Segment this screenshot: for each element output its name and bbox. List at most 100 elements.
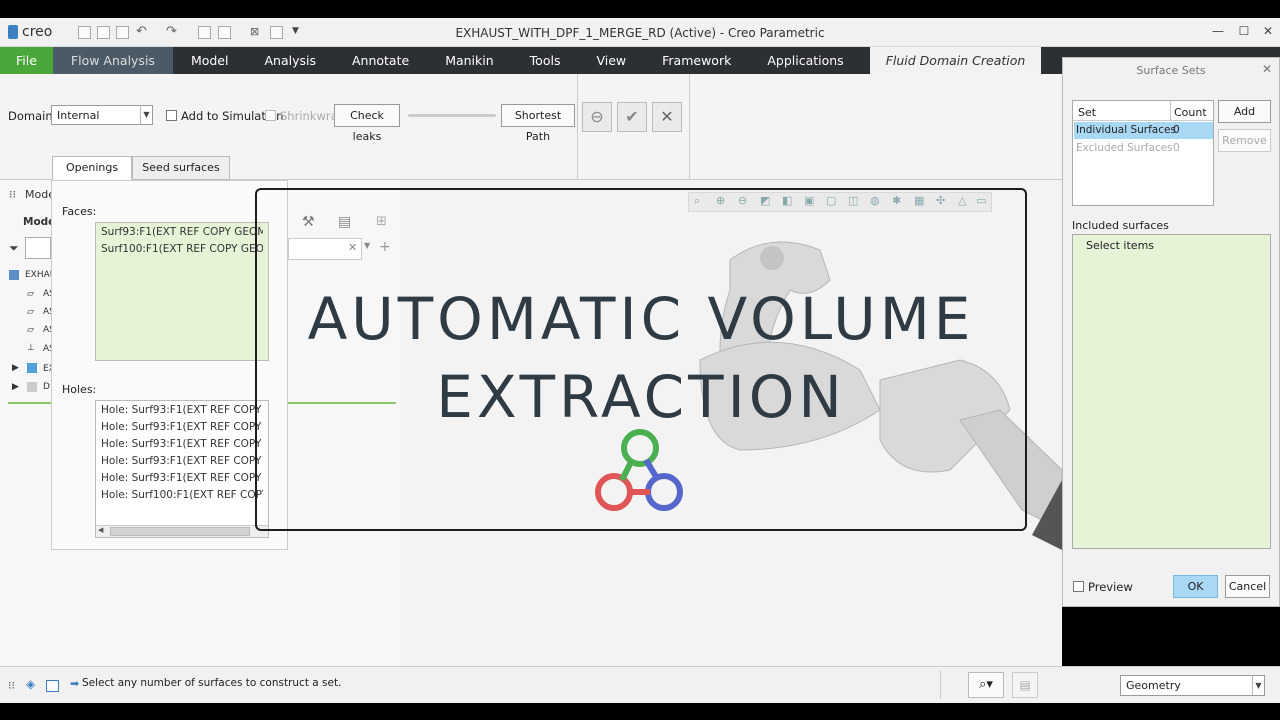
- column-set: Set: [1078, 106, 1097, 119]
- holes-collector[interactable]: Hole: Surf93:F1(EXT REF COPY GEOM) Hole:…: [95, 400, 269, 538]
- ok-button[interactable]: OK: [1173, 575, 1218, 598]
- title-bar: creo ↶ ↷ ⊠ ▼ EXHAUST_WITH_DPF_1_MERGE_RD…: [0, 18, 1280, 47]
- undo-icon[interactable]: ↶: [136, 24, 147, 39]
- select-items-prompt: Select items: [1086, 239, 1155, 252]
- tab-tools[interactable]: Tools: [512, 47, 579, 74]
- tab-view[interactable]: View: [578, 47, 644, 74]
- tab-model[interactable]: Model: [173, 47, 247, 74]
- hole-item[interactable]: Hole: Surf93:F1(EXT REF COPY GEOM): [101, 436, 263, 453]
- message-arrow-icon: ➡: [70, 677, 80, 690]
- customize-qa-icon[interactable]: ▼: [292, 26, 299, 36]
- open-file-icon[interactable]: [97, 26, 110, 39]
- face-item[interactable]: Surf100:F1(EXT REF COPY GEOM): [101, 241, 263, 258]
- tab-framework[interactable]: Framework: [644, 47, 749, 74]
- expand-arrow-icon[interactable]: ▶: [12, 382, 19, 392]
- redo-icon[interactable]: ↷: [166, 24, 177, 39]
- tab-file[interactable]: File: [0, 47, 53, 74]
- tab-seed-surfaces[interactable]: Seed surfaces: [132, 156, 230, 180]
- tree-search-input[interactable]: [25, 237, 51, 259]
- scroll-left-icon[interactable]: ◀: [98, 526, 103, 534]
- horizontal-scrollbar[interactable]: ◀: [96, 525, 268, 537]
- preview-checkbox[interactable]: [1073, 581, 1084, 592]
- close-icon[interactable]: ✕: [1260, 24, 1276, 40]
- dialog-close-icon[interactable]: ✕: [1262, 62, 1272, 76]
- check-leaks-button[interactable]: Check leaks: [334, 104, 400, 143]
- close-window-icon[interactable]: ⊠: [250, 25, 259, 38]
- add-to-simulation-checkbox[interactable]: [166, 110, 177, 121]
- shrinkwrap-checkbox[interactable]: [265, 110, 276, 121]
- ribbon-separator: [577, 74, 578, 180]
- domain-label: Domain:: [8, 109, 57, 123]
- hole-item[interactable]: Hole: Surf93:F1(EXT REF COPY GEOM): [101, 419, 263, 436]
- glasses-icon[interactable]: ⊖: [582, 102, 612, 132]
- new-file-icon[interactable]: [78, 26, 91, 39]
- status-message: Select any number of surfaces to constru…: [82, 677, 342, 689]
- included-surfaces-collector[interactable]: Select items: [1072, 234, 1271, 549]
- tab-analysis[interactable]: Analysis: [246, 47, 334, 74]
- grid-icon[interactable]: ⁝⁝: [8, 679, 15, 692]
- add-button[interactable]: Add: [1218, 100, 1271, 123]
- datum-plane-icon: ▱: [27, 307, 34, 317]
- coordinate-system-icon: ⊥: [27, 343, 35, 353]
- domain-select[interactable]: Internal ▼: [51, 105, 153, 125]
- column-count: Count: [1174, 106, 1207, 119]
- hole-item[interactable]: Hole: Surf93:F1(EXT REF COPY GEOM): [101, 453, 263, 470]
- flag-icon[interactable]: [270, 26, 283, 39]
- browser-icon[interactable]: ◈: [26, 677, 35, 691]
- chevron-down-icon: ▼: [140, 106, 152, 124]
- faces-label: Faces:: [62, 205, 97, 218]
- feature-icon: [27, 363, 37, 373]
- preview-label: Preview: [1088, 580, 1133, 594]
- table-header: Set Count: [1073, 101, 1213, 121]
- expand-arrow-icon[interactable]: ▶: [12, 363, 19, 373]
- tab-annotate[interactable]: Annotate: [334, 47, 427, 74]
- tab-openings[interactable]: Openings: [52, 156, 132, 180]
- letterbox-top: [0, 0, 1280, 18]
- shortest-path-button[interactable]: Shortest Path: [501, 104, 575, 143]
- cancel-button[interactable]: Cancel: [1225, 575, 1270, 598]
- full-screen-icon[interactable]: [46, 680, 59, 692]
- regenerate-icon[interactable]: [198, 26, 211, 39]
- overlay-title-line-1: AUTOMATIC VOLUME: [307, 285, 975, 353]
- cancel-x-icon[interactable]: ✕: [652, 102, 682, 132]
- faces-collector[interactable]: Surf93:F1(EXT REF COPY GEOM) Surf100:F1(…: [95, 222, 269, 361]
- remove-button[interactable]: Remove: [1218, 129, 1271, 152]
- datum-plane-icon: ▱: [27, 325, 34, 335]
- tab-flow-analysis[interactable]: Flow Analysis: [52, 47, 173, 74]
- save-icon[interactable]: [116, 26, 129, 39]
- ribbon-separator-2: [689, 74, 690, 180]
- dialog-title: Surface Sets: [1136, 64, 1206, 77]
- maximize-icon[interactable]: ☐: [1236, 24, 1252, 40]
- face-item[interactable]: Surf93:F1(EXT REF COPY GEOM): [101, 224, 263, 241]
- letterbox-bottom: [0, 703, 1280, 720]
- datum-plane-icon: ▱: [27, 289, 34, 299]
- table-row[interactable]: Individual Surfaces 0: [1074, 122, 1213, 139]
- tab-manikin[interactable]: Manikin: [427, 47, 511, 74]
- hole-item[interactable]: Hole: Surf100:F1(EXT REF COPY GEOM): [101, 487, 263, 504]
- overlay-title: AUTOMATIC VOLUME EXTRACTION: [255, 280, 1027, 436]
- checkmark-icon[interactable]: ✔: [617, 102, 647, 132]
- tab-fluid-domain-creation[interactable]: Fluid Domain Creation: [869, 47, 1042, 74]
- knot-logo-icon: [595, 429, 683, 511]
- hole-item[interactable]: Hole: Surf93:F1(EXT REF COPY GEOM): [101, 470, 263, 487]
- creo-logo: creo: [8, 24, 52, 40]
- creo-logo-icon: [8, 25, 18, 39]
- openings-panel: Faces: Surf93:F1(EXT REF COPY GEOM) Surf…: [51, 180, 288, 550]
- tree-item[interactable]: D: [43, 382, 50, 392]
- table-row[interactable]: Excluded Surfaces 0: [1074, 140, 1213, 157]
- binoculars-icon[interactable]: ⌕▾: [968, 672, 1004, 698]
- feature-icon: [27, 382, 37, 392]
- hole-item[interactable]: Hole: Surf93:F1(EXT REF COPY GEOM): [101, 402, 263, 419]
- selection-filter-select[interactable]: Geometry ▼: [1120, 675, 1265, 696]
- windows-icon[interactable]: [218, 26, 231, 39]
- part-icon: [9, 270, 19, 280]
- included-surfaces-label: Included surfaces: [1072, 219, 1169, 232]
- minimize-icon[interactable]: —: [1210, 24, 1226, 40]
- scrollbar-thumb[interactable]: [110, 527, 250, 536]
- selection-filter-icon[interactable]: ▤: [1012, 672, 1038, 698]
- holes-label: Holes:: [62, 383, 97, 396]
- window-title: EXHAUST_WITH_DPF_1_MERGE_RD (Active) - C…: [455, 26, 825, 40]
- tab-applications[interactable]: Applications: [749, 47, 861, 74]
- leak-slider-track[interactable]: [408, 114, 496, 117]
- filter-icon[interactable]: ⏷: [9, 241, 19, 256]
